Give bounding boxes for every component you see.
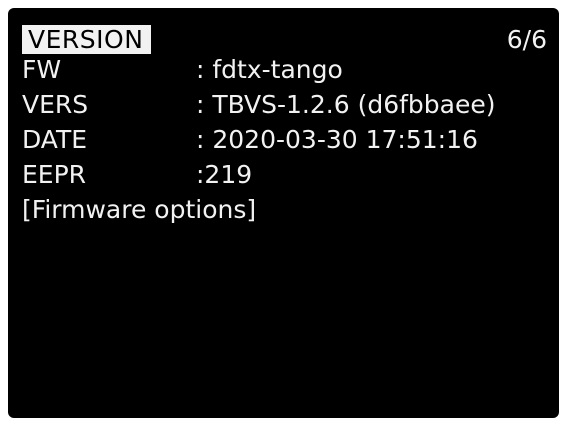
header-bar: VERSION 6/6	[22, 25, 547, 55]
date-value: : 2020-03-30 17:51:16	[196, 125, 478, 154]
info-row-eepr: EEPR :219	[22, 160, 547, 189]
info-row-fw: FW : fdtx-tango	[22, 55, 547, 84]
fw-label: FW	[22, 55, 62, 84]
page-title: VERSION	[22, 25, 152, 54]
page-indicator: 6/6	[506, 25, 547, 54]
firmware-options-button[interactable]: [Firmware options]	[22, 195, 256, 224]
fw-value: : fdtx-tango	[196, 55, 343, 84]
radio-lcd-screen: VERSION 6/6 FW : fdtx-tango VERS : TBVS-…	[8, 8, 559, 418]
date-label: DATE	[22, 125, 88, 154]
eepr-label: EEPR	[22, 160, 87, 189]
vers-value: : TBVS-1.2.6 (d6fbbaee)	[196, 90, 496, 119]
info-row-date: DATE : 2020-03-30 17:51:16	[22, 125, 547, 154]
vers-label: VERS	[22, 90, 89, 119]
eepr-value: :219	[196, 160, 253, 189]
info-row-vers: VERS : TBVS-1.2.6 (d6fbbaee)	[22, 90, 547, 119]
